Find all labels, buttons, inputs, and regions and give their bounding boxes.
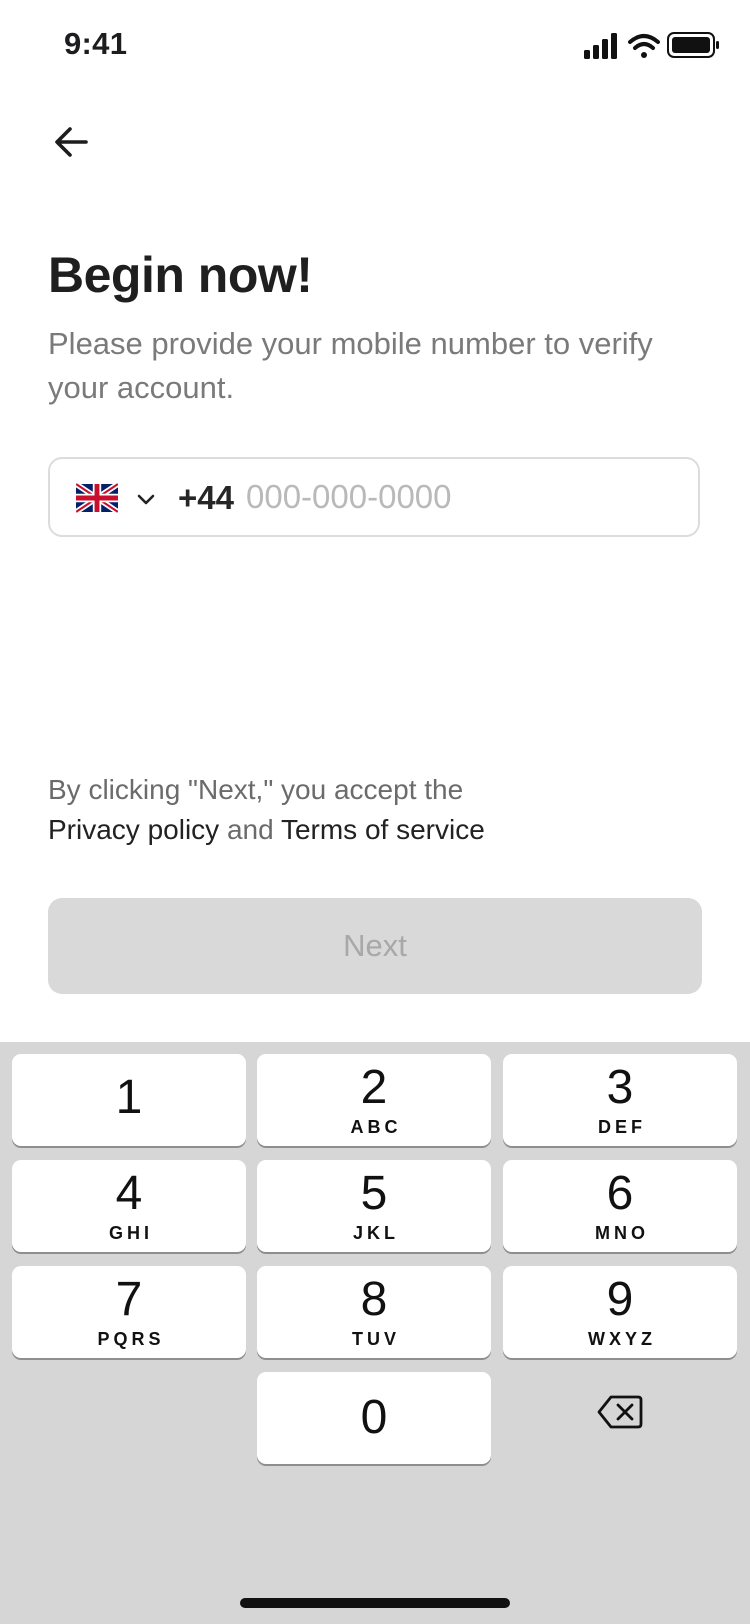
key-letters: ABC bbox=[350, 1116, 402, 1137]
key-number: 5 bbox=[360, 1166, 388, 1220]
key-number: 4 bbox=[115, 1166, 143, 1220]
key-number: 7 bbox=[115, 1272, 143, 1326]
arrow-left-icon bbox=[55, 127, 88, 157]
key-number: 6 bbox=[606, 1166, 634, 1220]
key-letters: TUV bbox=[352, 1328, 400, 1349]
legal-conjunction: and bbox=[226, 814, 274, 845]
key-number: 3 bbox=[606, 1060, 634, 1114]
battery-icon bbox=[667, 32, 719, 58]
backspace-key[interactable] bbox=[579, 1384, 661, 1440]
key-letters: DEF bbox=[598, 1116, 646, 1137]
key-number: 1 bbox=[115, 1071, 143, 1124]
key-number: 8 bbox=[360, 1272, 388, 1326]
key-letters: GHI bbox=[108, 1222, 153, 1243]
backspace-icon bbox=[597, 1395, 643, 1429]
phone-field[interactable]: +44 bbox=[48, 457, 700, 537]
key-6[interactable]: 6 MNO bbox=[503, 1160, 737, 1252]
key-letters: WXYZ bbox=[588, 1328, 656, 1349]
key-5[interactable]: 5 JKL bbox=[257, 1160, 491, 1252]
legal-text: By clicking "Next," you accept the Priva… bbox=[48, 770, 708, 850]
key-number: 0 bbox=[360, 1391, 388, 1444]
page-subtitle: Please provide your mobile number to ver… bbox=[48, 326, 653, 405]
status-icons bbox=[584, 30, 720, 62]
key-1[interactable]: 1 bbox=[12, 1054, 246, 1146]
key-2[interactable]: 2 ABC bbox=[257, 1054, 491, 1146]
chevron-down-icon[interactable] bbox=[134, 487, 158, 511]
page-title: Begin now! bbox=[48, 247, 313, 303]
key-number: 9 bbox=[606, 1272, 634, 1326]
wifi-icon bbox=[628, 34, 660, 58]
terms-of-service-link[interactable]: Terms of service bbox=[281, 814, 485, 845]
legal-prefix: By clicking "Next," you accept the bbox=[48, 774, 464, 805]
key-letters: PQRS bbox=[97, 1328, 165, 1349]
key-0[interactable]: 0 bbox=[257, 1372, 491, 1464]
back-button[interactable] bbox=[48, 118, 96, 166]
key-9[interactable]: 9 WXYZ bbox=[503, 1266, 737, 1358]
key-8[interactable]: 8 TUV bbox=[257, 1266, 491, 1358]
phone-input[interactable] bbox=[246, 473, 666, 521]
privacy-policy-link[interactable]: Privacy policy bbox=[48, 814, 219, 845]
numeric-keyboard: 1 2 ABC 3 DEF 4 GHI 5 JKL 6 MNO 7 PQRS 8… bbox=[0, 1042, 750, 1624]
key-7[interactable]: 7 PQRS bbox=[12, 1266, 246, 1358]
key-letters: MNO bbox=[595, 1222, 649, 1243]
key-4[interactable]: 4 GHI bbox=[12, 1160, 246, 1252]
uk-flag-icon[interactable] bbox=[76, 482, 118, 514]
signal-icon bbox=[584, 33, 617, 59]
home-indicator bbox=[240, 1598, 510, 1608]
next-button[interactable]: Next bbox=[48, 898, 702, 994]
key-3[interactable]: 3 DEF bbox=[503, 1054, 737, 1146]
dial-code: +44 bbox=[178, 479, 234, 516]
status-time: 9:41 bbox=[64, 26, 128, 61]
key-number: 2 bbox=[360, 1060, 388, 1114]
key-letters: JKL bbox=[352, 1222, 399, 1243]
